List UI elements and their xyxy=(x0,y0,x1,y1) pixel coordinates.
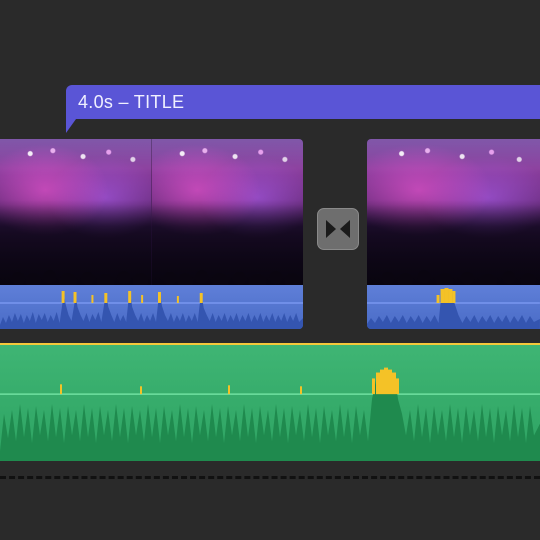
video-clip-2[interactable] xyxy=(367,139,540,329)
crossfade-icon xyxy=(324,218,352,240)
video-clip-1[interactable] xyxy=(0,139,303,329)
track-divider xyxy=(0,476,540,479)
title-clip-label: 4.0s – TITLE xyxy=(78,92,184,113)
video-clip-1-audio[interactable] xyxy=(0,285,303,329)
music-waveform xyxy=(0,345,540,461)
title-clip-bar[interactable]: 4.0s – TITLE xyxy=(66,85,540,119)
transition-crossfade[interactable] xyxy=(317,208,359,250)
video-clip-1-thumbnails xyxy=(0,139,303,285)
title-clip-tail xyxy=(66,119,76,133)
video-clip-2-thumbnails xyxy=(367,139,540,285)
video-track xyxy=(0,139,540,329)
video-clip-2-audio[interactable] xyxy=(367,285,540,329)
music-track[interactable] xyxy=(0,343,540,461)
